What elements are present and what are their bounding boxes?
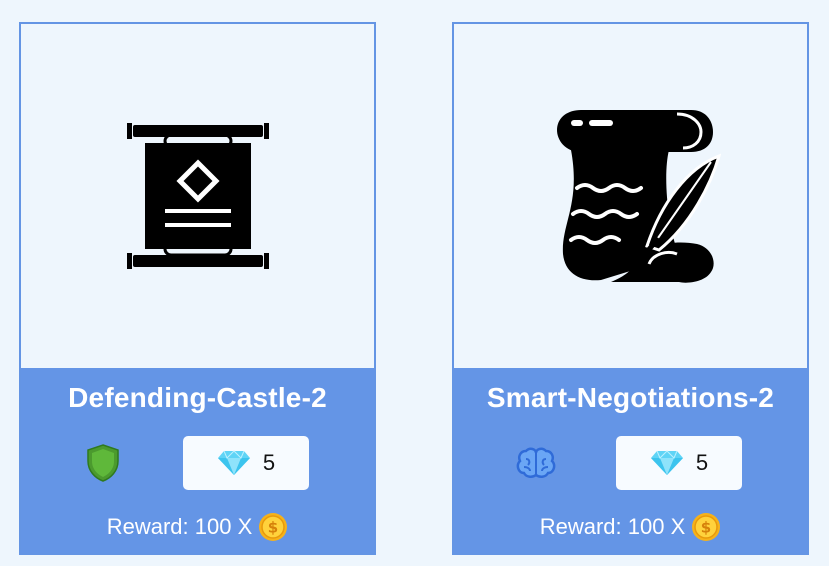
card-title: Smart-Negotiations-2	[486, 382, 775, 413]
cards-container: Defending-Castle-2 5 Reward: 100 X $ Sma…	[0, 0, 829, 566]
card-defending-castle[interactable]: Defending-Castle-2 5 Reward: 100 X $	[19, 22, 376, 555]
cost-badge: 5	[616, 436, 742, 490]
card-footer: Defending-Castle-2 5 Reward: 100 X $	[21, 368, 374, 553]
card-image	[454, 24, 807, 368]
reward: Reward: 100 X $	[107, 512, 289, 542]
cost-badge: 5	[183, 436, 309, 490]
reward: Reward: 100 X $	[540, 512, 722, 542]
card-meta-row: 5	[21, 436, 374, 490]
reward-label: Reward: 100 X	[539, 514, 686, 539]
card-smart-negotiations[interactable]: Smart-Negotiations-2 5 Reward: 100 X $	[452, 22, 809, 555]
cost-value: 5	[262, 450, 276, 475]
diamond-icon	[217, 450, 250, 475]
svg-text:$: $	[268, 519, 278, 537]
svg-text:$: $	[701, 519, 711, 537]
brain-icon	[516, 443, 556, 483]
cost-value: 5	[695, 450, 709, 475]
card-image	[21, 24, 374, 368]
dollar-coin-icon: $	[692, 513, 721, 541]
scroll-banner-icon	[126, 123, 269, 269]
card-title: Defending-Castle-2	[68, 382, 327, 413]
diamond-icon	[650, 450, 683, 475]
shield-icon	[83, 443, 123, 483]
reward-label: Reward: 100 X	[106, 514, 253, 539]
dollar-coin-icon: $	[259, 513, 288, 541]
card-footer: Smart-Negotiations-2 5 Reward: 100 X $	[454, 368, 807, 553]
card-meta-row: 5	[454, 436, 807, 490]
scroll-quill-icon	[556, 110, 721, 283]
